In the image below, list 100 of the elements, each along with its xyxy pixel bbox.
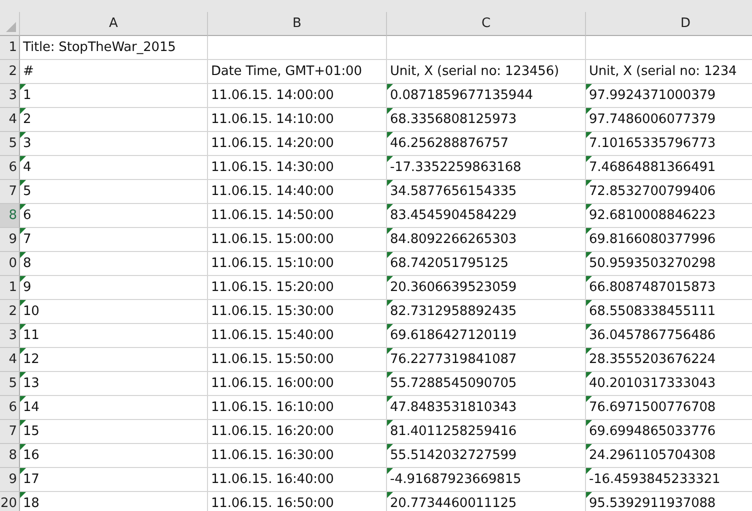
table-cell: 11.06.15. 15:10:00 — [211, 256, 334, 271]
table-cell: Unit, X (serial no: 1234 — [589, 64, 737, 79]
table-cell: 9 — [23, 280, 32, 295]
table-cell: 24.2961105704308 — [589, 448, 716, 463]
row-header[interactable]: 0 — [0, 252, 20, 276]
table-cell: 11.06.15. 14:30:00 — [211, 160, 334, 175]
table-cell: 97.7486006077379 — [589, 112, 716, 127]
table-cell: 83.4545904584229 — [390, 208, 517, 223]
row-header[interactable]: 9 — [0, 228, 20, 252]
table-cell: 69.8166080377996 — [589, 232, 716, 247]
table-cell: 81.4011258259416 — [390, 424, 517, 439]
table-cell: 11.06.15. 14:10:00 — [211, 112, 334, 127]
column-header[interactable]: D — [586, 12, 752, 36]
table-cell: 55.7288545090705 — [390, 376, 517, 391]
row-header[interactable]: 20 — [0, 492, 20, 511]
table-cell: 11.06.15. 15:40:00 — [211, 328, 334, 343]
table-cell: 11.06.15. 14:00:00 — [211, 88, 334, 103]
table-cell: -17.3352259863168 — [390, 160, 522, 175]
table-cell: 84.8092266265303 — [390, 232, 517, 247]
table-cell: 11.06.15. 14:20:00 — [211, 136, 334, 151]
row-header[interactable]: 5 — [0, 132, 20, 156]
row-header[interactable]: 3 — [0, 324, 20, 348]
table-cell: 4 — [23, 160, 32, 175]
table-cell: 50.9593503270298 — [589, 256, 716, 271]
table-cell: 11.06.15. 16:20:00 — [211, 424, 334, 439]
table-cell: 20.7734460011125 — [390, 496, 517, 511]
table-cell: 11.06.15. 15:00:00 — [211, 232, 334, 247]
table-cell: 10 — [23, 304, 40, 319]
table-cell: -4.91687923669815 — [390, 472, 522, 487]
table-cell: 6 — [23, 208, 32, 223]
column-header[interactable]: A — [20, 12, 208, 36]
table-cell: -16.4593845233321 — [589, 472, 720, 487]
table-cell: 2 — [23, 112, 32, 127]
table-cell: 28.3555203676224 — [589, 352, 716, 367]
table-cell: 34.5877656154335 — [390, 184, 517, 199]
table-cell: 47.8483531810343 — [390, 400, 517, 415]
table-cell: 68.742051795125 — [390, 256, 508, 271]
table-cell: 11.06.15. 16:40:00 — [211, 472, 334, 487]
table-cell: 11.06.15. 14:40:00 — [211, 184, 334, 199]
table-cell: 11.06.15. 16:10:00 — [211, 400, 334, 415]
row-header[interactable]: 7 — [0, 420, 20, 444]
row-header[interactable]: 5 — [0, 372, 20, 396]
table-cell: 92.6810008846223 — [589, 208, 716, 223]
table-cell: 97.9924371000379 — [589, 88, 716, 103]
select-all-icon — [6, 22, 16, 32]
table-cell: 14 — [23, 400, 40, 415]
table-cell: 11.06.15. 15:20:00 — [211, 280, 334, 295]
table-cell: 11.06.15. 16:30:00 — [211, 448, 334, 463]
table-cell: 8 — [23, 256, 32, 271]
row-header[interactable]: 7 — [0, 180, 20, 204]
table-cell: 11 — [23, 328, 40, 343]
column-header[interactable]: C — [387, 12, 586, 36]
table-cell: Unit, X (serial no: 123456) — [390, 64, 559, 79]
table-cell: 55.5142032727599 — [390, 448, 517, 463]
table-cell: 36.0457867756486 — [589, 328, 716, 343]
table-cell: 66.8087487015873 — [589, 280, 716, 295]
table-cell: 0.0871859677135944 — [390, 88, 533, 103]
table-cell: Date Time, GMT+01:00 — [211, 64, 362, 79]
table-cell: 40.2010317333043 — [589, 376, 716, 391]
table-cell: 72.8532700799406 — [589, 184, 716, 199]
table-cell: 69.6186427120119 — [390, 328, 517, 343]
table-cell: 20.3606639523059 — [390, 280, 517, 295]
table-cell: 11.06.15. 16:00:00 — [211, 376, 334, 391]
row-header[interactable]: 2 — [0, 300, 20, 324]
table-cell: 16 — [23, 448, 40, 463]
table-cell: 11.06.15. 15:30:00 — [211, 304, 334, 319]
row-header[interactable]: 6 — [0, 156, 20, 180]
table-cell: 68.3356808125973 — [390, 112, 517, 127]
table-cell: 13 — [23, 376, 40, 391]
table-cell: 7.10165335796773 — [589, 136, 716, 151]
table-cell: 76.6971500776708 — [589, 400, 716, 415]
table-cell: 11.06.15. 16:50:00 — [211, 496, 334, 511]
row-header[interactable]: 8 — [0, 204, 20, 228]
table-cell: 68.5508338455111 — [589, 304, 716, 319]
row-header[interactable]: 1 — [0, 276, 20, 300]
table-cell: 95.5392911937088 — [589, 496, 716, 511]
column-header[interactable]: B — [208, 12, 387, 36]
table-cell: # — [23, 64, 34, 79]
row-header[interactable]: 1 — [0, 36, 20, 60]
table-cell: 82.7312958892435 — [390, 304, 517, 319]
row-header[interactable]: 3 — [0, 84, 20, 108]
table-cell: 7 — [23, 232, 32, 247]
row-header[interactable]: 2 — [0, 60, 20, 84]
table-cell: 69.6994865033776 — [589, 424, 716, 439]
select-all-corner[interactable] — [0, 12, 20, 36]
row-header[interactable]: 9 — [0, 468, 20, 492]
table-cell: 5 — [23, 184, 32, 199]
table-cell: 12 — [23, 352, 40, 367]
row-header[interactable]: 6 — [0, 396, 20, 420]
table-cell: Title: StopTheWar_2015 — [23, 40, 176, 55]
table-cell: 76.2277319841087 — [390, 352, 517, 367]
row-header[interactable]: 4 — [0, 348, 20, 372]
table-cell: 15 — [23, 424, 40, 439]
table-cell: 1 — [23, 88, 32, 103]
row-header[interactable]: 8 — [0, 444, 20, 468]
table-cell: 3 — [23, 136, 32, 151]
table-cell: 11.06.15. 15:50:00 — [211, 352, 334, 367]
table-cell: 46.256288876757 — [390, 136, 508, 151]
table-cell: 17 — [23, 472, 40, 487]
row-header[interactable]: 4 — [0, 108, 20, 132]
